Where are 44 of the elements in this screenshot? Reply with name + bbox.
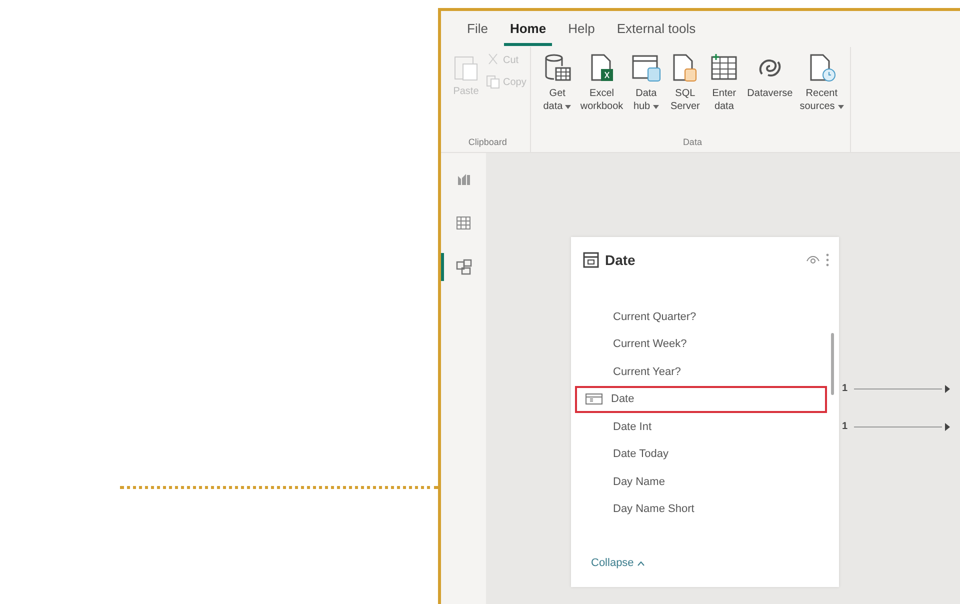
calendar-icon: [585, 393, 603, 406]
ribbon-button[interactable]: Excel workbook: [578, 49, 626, 116]
field-row[interactable]: Day Name Short: [575, 496, 827, 523]
scissors-icon: [486, 53, 500, 67]
field-row[interactable]: Current Week?: [575, 330, 827, 358]
cardinality-label: 1: [842, 421, 848, 432]
field-row[interactable]: Day Name: [575, 468, 827, 496]
ribbon-button[interactable]: Get data: [539, 49, 576, 116]
field-name: Date Int: [613, 420, 652, 433]
ribbon-tab[interactable]: File: [461, 19, 494, 46]
more-icon[interactable]: [826, 253, 829, 267]
bar-chart-icon: [456, 172, 470, 186]
field-name: Day Name: [613, 476, 665, 488]
ribbon-tab[interactable]: Home: [504, 19, 552, 46]
field-name: Date Today: [613, 448, 668, 460]
field-row[interactable]: Date Today: [575, 440, 827, 468]
model-icon: [456, 259, 472, 275]
cardinality-label: 1: [842, 383, 848, 394]
field-row[interactable]: Current Quarter?: [575, 303, 827, 330]
table-icon: [456, 216, 471, 230]
scrollbar-thumb[interactable]: [831, 333, 834, 395]
ribbon-tab[interactable]: Help: [562, 19, 601, 46]
copy-icon: [486, 75, 500, 89]
ribbon-button[interactable]: Recent sources: [798, 49, 846, 116]
collapse-link[interactable]: Collapse: [591, 557, 645, 569]
field-row[interactable]: Date: [575, 386, 827, 413]
field-name: Day Name Short: [613, 503, 694, 516]
field-name: Current Week?: [613, 338, 687, 350]
ribbon-button[interactable]: Enter data: [706, 49, 742, 116]
ribbon-button[interactable]: Data hub: [628, 49, 664, 116]
field-row[interactable]: Date Int: [575, 413, 827, 440]
group-label: Clipboard: [468, 136, 507, 149]
field-name: Date: [611, 393, 634, 406]
ribbon-button[interactable]: SQL Server: [667, 49, 704, 116]
ribbon-button[interactable]: Dataverse: [745, 49, 795, 103]
calendar-table-icon: [583, 252, 599, 268]
eye-icon[interactable]: [806, 255, 820, 265]
table-title: Date: [605, 252, 636, 268]
chevron-up-icon: [636, 561, 645, 566]
field-name: Current Quarter?: [613, 310, 696, 323]
group-label: Data: [682, 136, 702, 149]
field-name: Current Year?: [613, 366, 681, 378]
ribbon-tab[interactable]: External tools: [610, 19, 702, 46]
field-row[interactable]: Current Year?: [575, 358, 827, 386]
